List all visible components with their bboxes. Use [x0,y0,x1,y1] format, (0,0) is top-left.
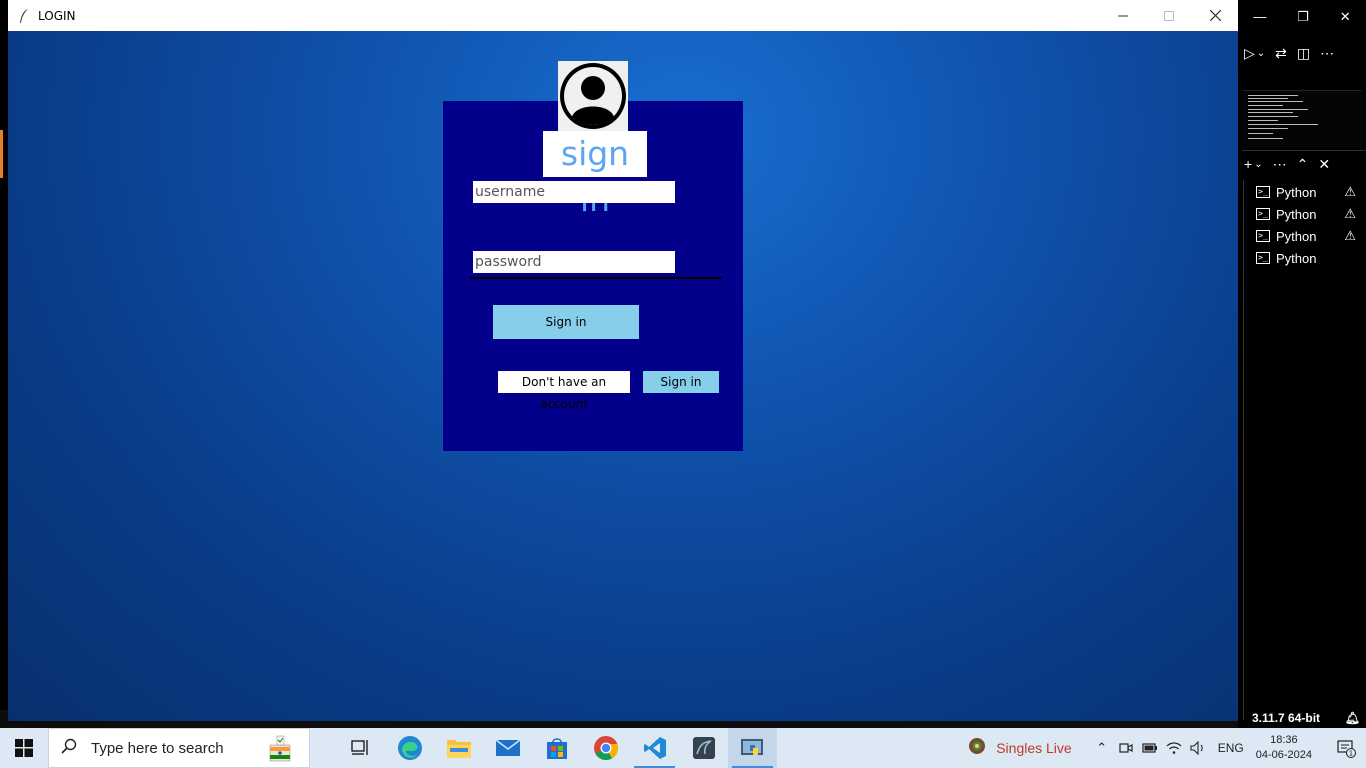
compare-icon[interactable]: ⇄ [1275,45,1287,62]
file-explorer-app[interactable] [434,728,483,768]
login-background: sign in username password Sign in Don't … [8,31,1238,721]
terminal-item[interactable]: >_ Python [1256,247,1366,269]
terminal-item[interactable]: >_ Python ⚠ [1256,203,1366,225]
notification-center-icon[interactable]: 1 [1326,728,1366,768]
close-panel-icon[interactable]: ✕ [1318,156,1330,173]
task-view-button[interactable] [336,728,385,768]
warning-icon: ⚠ [1344,228,1356,243]
battery-icon[interactable] [1138,728,1162,768]
system-tray: Singles Live ⌃ ENG 18:36 04-06-2024 1 [968,728,1366,768]
vscode-titlebar: — ❐ ✕ [1238,0,1366,33]
start-button[interactable] [0,728,48,768]
volume-icon[interactable] [1186,728,1210,768]
chevron-up-icon[interactable]: ⌃ [1090,728,1114,768]
add-terminal-icon[interactable]: + [1244,156,1252,172]
no-account-label: Don't have an account [498,371,630,411]
task-view-icon [350,740,368,755]
language-indicator[interactable]: ENG [1218,741,1244,755]
username-input[interactable]: username [473,181,675,203]
mysql-workbench-app[interactable] [679,728,728,768]
minimize-icon[interactable]: — [1253,9,1266,24]
close-icon[interactable]: ✕ [1340,9,1351,25]
activity-accent [0,130,3,178]
terminal-label: Python [1276,184,1317,200]
terminal-item[interactable]: >_ Python ⚠ [1256,181,1366,203]
chrome-icon [593,736,618,761]
python-app[interactable] [728,728,777,768]
window-controls [1100,0,1238,31]
login-titlebar[interactable]: LOGIN [8,0,1238,31]
store-app[interactable] [532,728,581,768]
folder-icon [446,740,471,758]
terminal-icon: >_ [1256,252,1270,264]
tennis-ball-icon [968,737,986,760]
terminal-list: >_ Python ⚠ >_ Python ⚠ >_ Python ⚠ >_ P… [1256,181,1366,269]
notification-count: 1 [1349,750,1353,758]
search-box[interactable]: Type here to search [48,728,310,768]
clock-time: 18:36 [1270,734,1298,746]
store-icon [546,738,567,759]
sign-in-link-button[interactable]: Sign in [643,371,719,393]
window-title: LOGIN [38,8,76,23]
news-text: Singles Live [996,740,1072,756]
edge-app[interactable] [385,728,434,768]
terminal-icon: >_ [1256,186,1270,198]
terminal-item[interactable]: >_ Python ⚠ [1256,225,1366,247]
terminal-icon: >_ [1256,230,1270,242]
maximize-panel-icon[interactable]: ⌃ [1297,156,1309,173]
edge-icon [397,736,422,760]
user-avatar-icon [558,61,628,131]
news-widget[interactable]: Singles Live [968,737,1072,760]
ballot-box-icon [265,733,295,763]
wifi-icon[interactable] [1162,728,1186,768]
taskbar: Type here to search Singles Live ⌃ ENG 1… [0,728,1366,768]
vscode-window: — ❐ ✕ ▷ ⌄ ⇄ ◫ ⋯ + ⌄ ⋯ ⌃ ✕ >_ Python ⚠ >_… [1238,0,1366,728]
sign-in-button[interactable]: Sign in [493,305,639,339]
notification-bell-icon[interactable]: 🔔︎ [1345,711,1360,725]
clock-date: 04-06-2024 [1255,749,1312,761]
search-placeholder: Type here to search [91,739,224,757]
restore-icon[interactable]: ❐ [1297,9,1309,25]
search-icon [61,738,77,759]
more-icon[interactable]: ⋯ [1273,156,1287,173]
terminal-list-divider [1243,180,1244,720]
mail-icon [495,739,520,756]
run-icon[interactable]: ▷ [1244,45,1255,62]
maximize-button[interactable] [1146,0,1192,31]
split-editor-icon[interactable]: ◫ [1297,45,1310,62]
warning-icon: ⚠ [1344,206,1356,221]
close-button[interactable] [1192,0,1238,31]
feather-icon [18,8,32,24]
terminal-label: Python [1276,250,1317,266]
terminal-icon: >_ [1256,208,1270,220]
minimize-button[interactable] [1100,0,1146,31]
login-window: LOGIN sign in username password [8,0,1238,721]
minimap[interactable] [1242,90,1362,148]
chevron-down-icon[interactable]: ⌄ [1257,48,1265,59]
meet-now-icon[interactable] [1114,728,1138,768]
python-icon [740,739,763,755]
password-input[interactable]: password [473,251,675,273]
terminal-label: Python [1276,206,1317,222]
python-version[interactable]: 3.11.7 64-bit [1252,711,1320,725]
mail-app[interactable] [483,728,532,768]
chrome-app[interactable] [581,728,630,768]
clock[interactable]: 18:36 04-06-2024 [1256,733,1312,763]
warning-icon: ⚠ [1344,184,1356,199]
more-icon[interactable]: ⋯ [1320,45,1334,62]
page-title: sign in [543,131,647,219]
vscode-app[interactable] [630,728,679,768]
panel-divider [1242,150,1366,151]
windows-icon [15,739,33,757]
terminal-label: Python [1276,228,1317,244]
terminal-toolbar: + ⌄ ⋯ ⌃ ✕ [1244,155,1362,173]
mysql-workbench-icon [692,737,715,759]
password-underline [470,277,722,279]
chevron-down-icon[interactable]: ⌄ [1254,159,1262,170]
vscode-statusbar: 3.11.7 64-bit 🔔︎ [1238,708,1366,728]
editor-toolbar: ▷ ⌄ ⇄ ◫ ⋯ [1244,40,1362,66]
vscode-icon [643,737,666,759]
